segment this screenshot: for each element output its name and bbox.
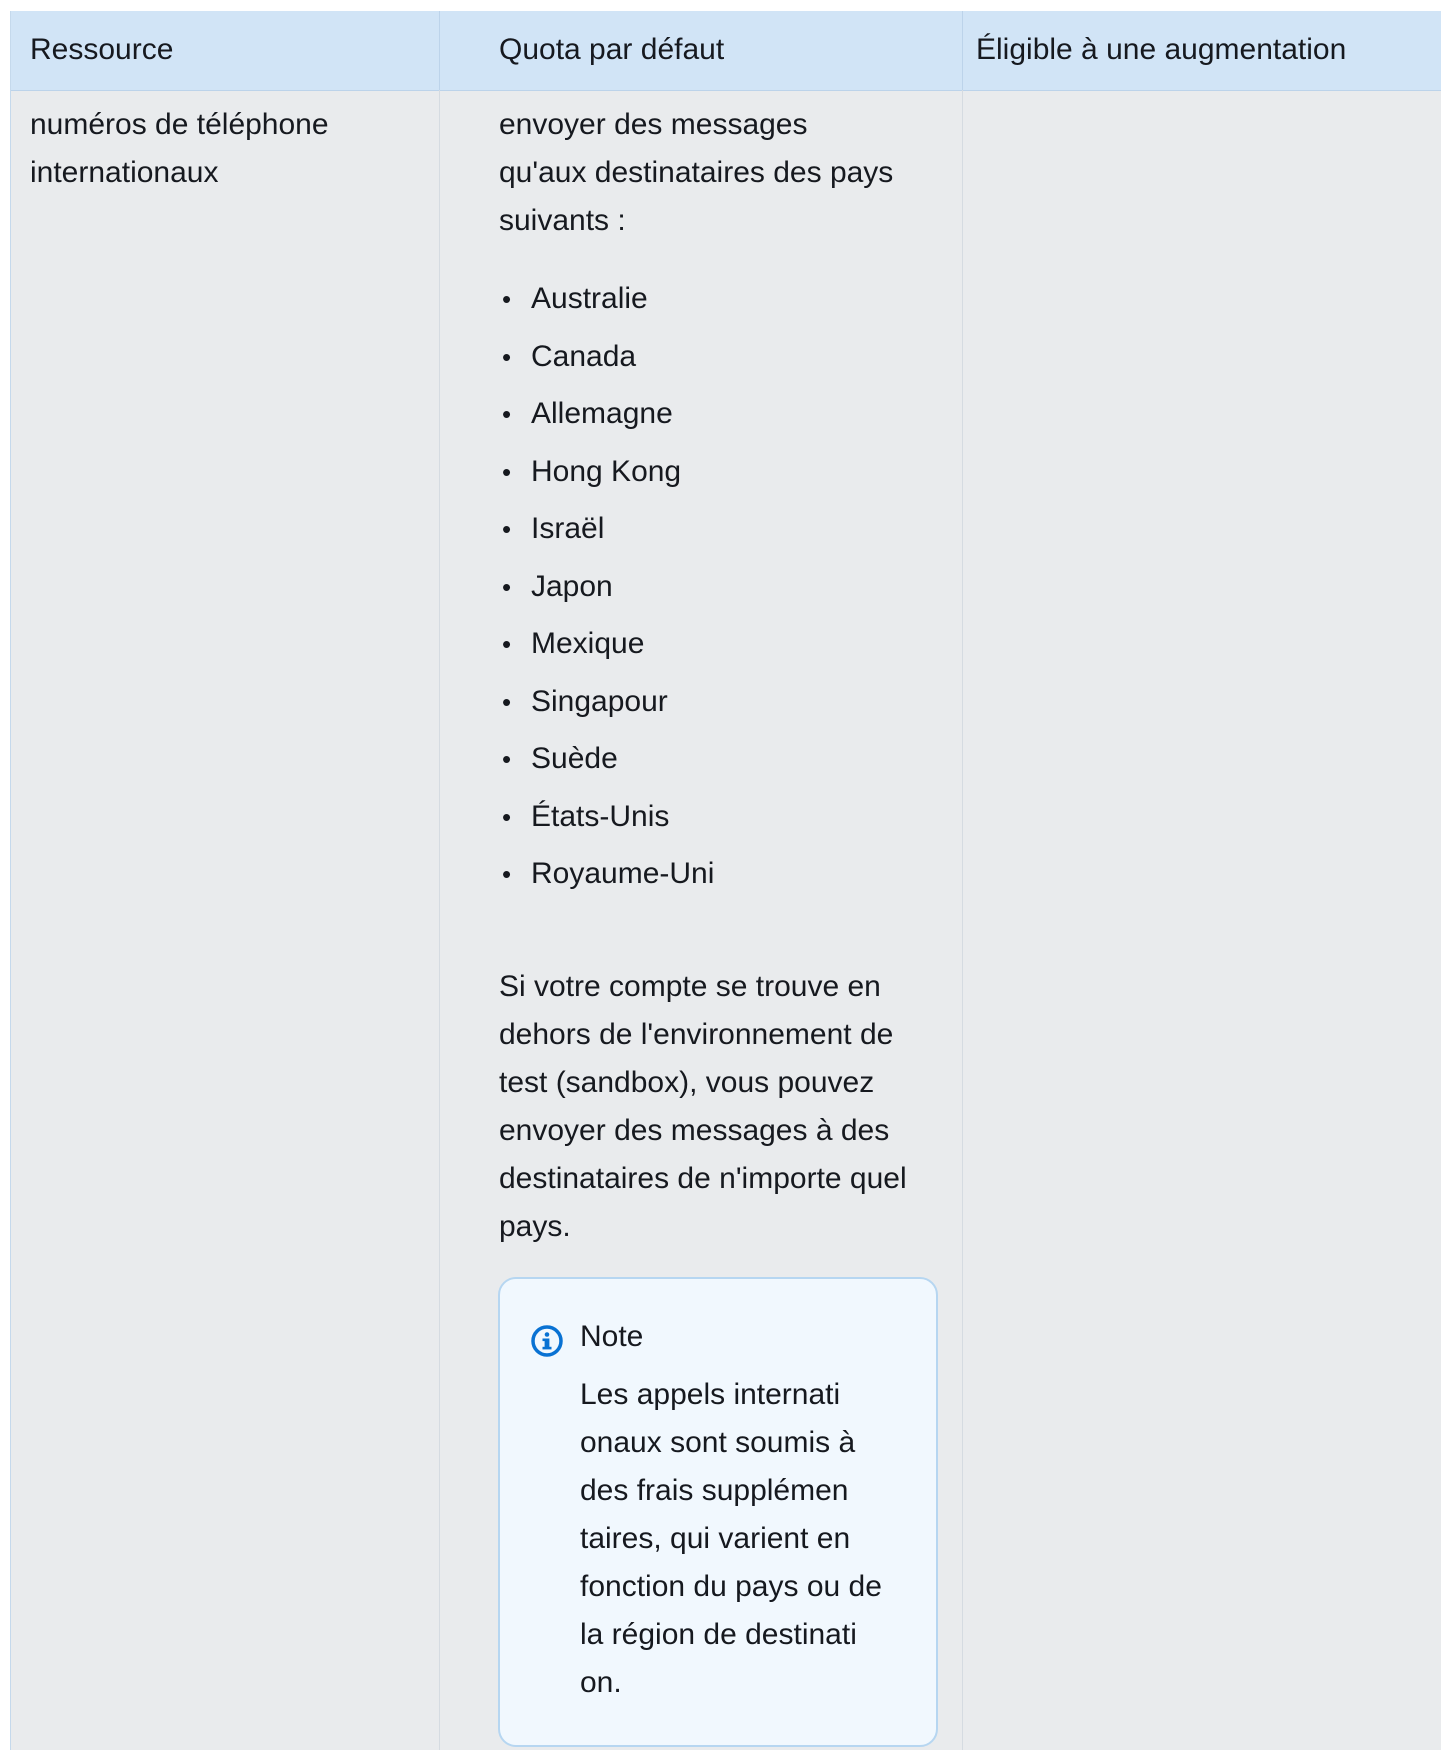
header-default-quota: Quota par défaut — [499, 33, 725, 66]
header-divider — [962, 11, 963, 90]
quota-outro-line: envoyer des messages à des — [499, 1114, 890, 1147]
note-line: taires, qui varient en — [580, 1522, 851, 1555]
bullet-icon: • — [502, 284, 512, 314]
quota-intro: envoyer des messages qu'aux destinataire… — [499, 101, 959, 245]
note-line: fonction du pays ou de — [580, 1570, 882, 1603]
header-resource: Ressource — [30, 33, 174, 66]
list-item: • Israël — [499, 504, 959, 562]
list-item: • Hong Kong — [499, 447, 959, 505]
bullet-icon: • — [502, 399, 512, 429]
quota-intro-line: envoyer des messages — [499, 108, 808, 141]
quota-outro-line: test (sandbox), vous pouvez — [499, 1066, 875, 1099]
country-name: États-Unis — [531, 799, 670, 833]
resource-line: internationaux — [30, 156, 219, 189]
info-note: Note Les appels internati onaux sont sou… — [498, 1277, 938, 1747]
resource-cell: numéros de téléphone internationaux — [30, 101, 470, 197]
quota-intro-line: suivants : — [499, 204, 626, 237]
country-name: Suède — [531, 742, 618, 775]
list-item: • Allemagne — [499, 389, 959, 447]
country-name: Allemagne — [531, 397, 673, 430]
list-item: • États-Unis — [499, 792, 959, 850]
note-body: Les appels internati onaux sont soumis à… — [580, 1371, 900, 1707]
bullet-icon: • — [502, 456, 512, 487]
country-list: • Australie • Canada • Allemagne • Hong Kong… — [499, 274, 959, 907]
bullet-icon: • — [502, 801, 512, 832]
bullet-icon: • — [502, 686, 512, 717]
list-item: • Japon — [499, 562, 959, 620]
bullet-icon: • — [502, 341, 512, 372]
country-name: Japon — [531, 569, 613, 603]
country-name: Singapour — [531, 684, 668, 718]
country-name: Hong Kong — [531, 454, 682, 488]
table-header: Ressource Quota par défaut Éligible à un… — [11, 11, 1441, 91]
resource-line: numéros de téléphone — [30, 108, 329, 141]
note-line: Les appels internati — [580, 1378, 841, 1411]
list-item: • Canada — [499, 332, 959, 390]
header-divider — [439, 11, 440, 90]
bullet-icon: • — [502, 571, 512, 602]
quota-outro-line: dehors de l'environnement de — [499, 1018, 894, 1051]
country-name: Mexique — [531, 627, 645, 660]
header-eligible: Éligible à une augmentation — [976, 33, 1347, 66]
country-name: Canada — [531, 339, 637, 373]
quota-outro: Si votre compte se trouve en dehors de l… — [499, 963, 959, 1251]
list-item: • Suède — [499, 734, 959, 792]
note-line: des frais supplémen — [580, 1474, 849, 1507]
note-line: onaux sont soumis à — [580, 1426, 856, 1459]
list-item: • Royaume-Uni — [499, 849, 959, 907]
bullet-icon: • — [502, 629, 512, 659]
info-circle-icon — [531, 1325, 563, 1357]
column-divider — [439, 90, 440, 1750]
list-item: • Singapour — [499, 677, 959, 735]
bullet-icon: • — [502, 859, 512, 889]
quota-outro-line: Si votre compte se trouve en — [499, 970, 881, 1003]
country-name: Australie — [531, 282, 648, 315]
country-name: Israël — [531, 512, 605, 545]
quota-intro-line: qu'aux destinataires des pays — [499, 156, 894, 189]
column-divider — [962, 90, 963, 1750]
quota-outro-line: destinataires de n'importe quel — [499, 1162, 907, 1195]
list-item: • Mexique — [499, 619, 959, 677]
quota-table: Ressource Quota par défaut Éligible à un… — [10, 11, 1441, 1750]
bullet-icon: • — [502, 744, 512, 774]
bullet-icon: • — [502, 514, 512, 544]
country-name: Royaume-Uni — [531, 857, 715, 890]
note-line: on. — [580, 1666, 622, 1699]
quota-outro-line: pays. — [499, 1210, 571, 1243]
note-title: Note — [580, 1320, 644, 1353]
note-line: la région de destinati — [580, 1618, 857, 1651]
list-item: • Australie — [499, 274, 959, 332]
